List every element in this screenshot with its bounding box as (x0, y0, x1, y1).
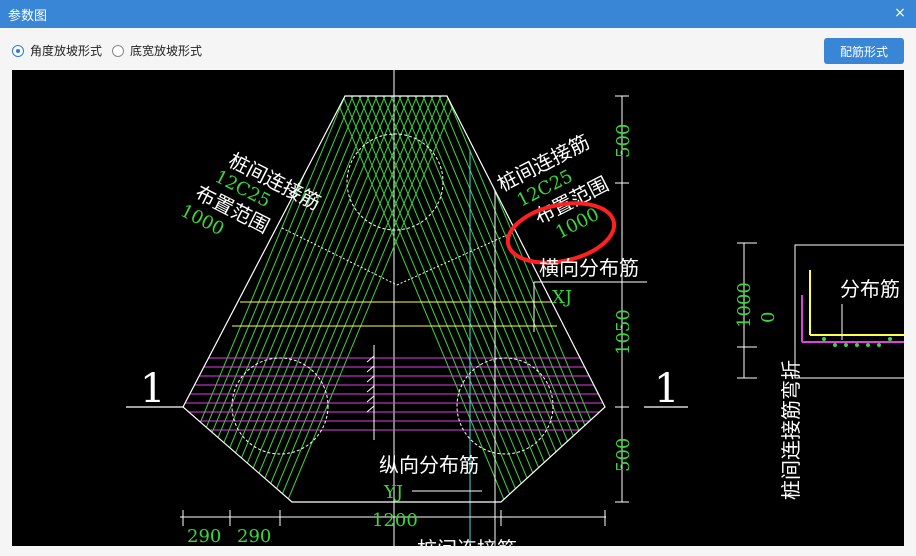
radio-angle-slope[interactable]: 角度放坡形式 (12, 42, 102, 59)
radio-label: 角度放坡形式 (30, 44, 103, 58)
dim-1200: 1200 (372, 510, 418, 531)
long-dist-label: 纵向分布筋 (379, 453, 479, 477)
radio-label: 底宽放坡形式 (130, 44, 203, 58)
slope-mode-radio-group: 角度放坡形式 底宽放坡形式 (12, 42, 212, 59)
hatch-marks (366, 355, 375, 413)
dim-290-left: 290 (187, 526, 221, 546)
dim-500-bottom: 500 (613, 438, 634, 472)
rebar-config-button[interactable]: 配筋形式 (824, 38, 904, 64)
parameter-drawing-canvas: 1 1 500 1050 500 1200 290 290 桩间连接筋 12C2… (12, 70, 904, 546)
side-dim-1000: 1000 (734, 282, 755, 328)
radio-bottom-width-slope[interactable]: 底宽放坡形式 (112, 42, 202, 59)
close-icon[interactable]: × (890, 3, 910, 23)
section-mark-right: 1 (654, 366, 679, 412)
long-dist-code: YJ (383, 482, 403, 503)
toolbar: 角度放坡形式 底宽放坡形式 配筋形式 (0, 28, 916, 70)
section-mark-left: 1 (140, 366, 165, 412)
bottom-partial-label: 桩间连接筋 (417, 537, 517, 546)
range-line-left (281, 227, 398, 286)
cross-dist-code: XJ (552, 287, 572, 308)
radio-unchecked-icon (112, 44, 125, 57)
right-rebar-label-group: 桩间连接筋 12C25 布置范围 1000 (493, 130, 612, 244)
dim-500-top: 500 (613, 124, 634, 158)
dialog-window: 参数图 × 角度放坡形式 底宽放坡形式 配筋形式 1 1 500 1050 50… (0, 0, 916, 556)
window-title: 参数图 (8, 9, 48, 24)
cross-dist-label: 横向分布筋 (539, 256, 639, 280)
dim-1050: 1050 (613, 309, 634, 355)
right-diagonal-rebar-band (183, 96, 458, 502)
dim-290-right: 290 (237, 526, 271, 546)
side-vertical-label: 桩间连接筋弯折 (779, 360, 803, 500)
side-dist-label: 分布筋 (840, 277, 900, 301)
title-bar: 参数图 × (0, 0, 916, 28)
pile-circle-left (231, 357, 329, 455)
radio-checked-icon (12, 44, 24, 57)
cad-drawing: 1 1 500 1050 500 1200 290 290 桩间连接筋 12C2… (126, 70, 904, 546)
side-section-outline (794, 244, 904, 379)
side-dim-0: 0 (758, 312, 779, 323)
magenta-horizontal-rebars (183, 357, 605, 431)
